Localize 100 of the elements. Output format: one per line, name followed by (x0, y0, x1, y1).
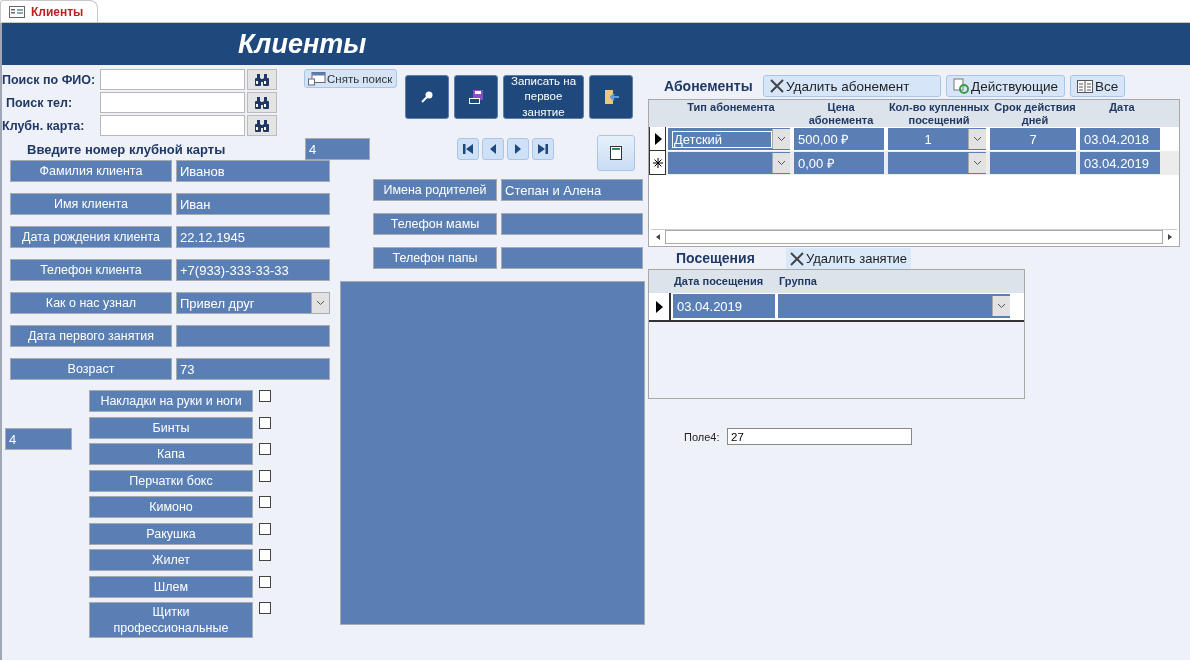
dropdown-cell[interactable] (668, 152, 790, 174)
active-filter-button[interactable]: Действующие (946, 75, 1066, 97)
subform-title: Посещения (675, 250, 756, 268)
first-record-button[interactable] (457, 138, 479, 160)
table-cell: 7 (990, 128, 1076, 150)
first-icon (462, 143, 474, 155)
checkbox[interactable] (259, 575, 271, 588)
text-field[interactable]: Степан и Алена (501, 179, 643, 201)
table-cell: 03.04.2019 (1080, 152, 1160, 174)
field-label: Дата первого занятия (10, 325, 172, 347)
table-cell: 500,00 ₽ (794, 128, 884, 150)
checkbox[interactable] (259, 602, 271, 614)
dropdown-cell[interactable] (778, 294, 1010, 318)
text-field[interactable] (501, 247, 643, 269)
checkbox[interactable] (259, 390, 271, 402)
checkbox[interactable] (259, 522, 271, 535)
field-label: Телефон мамы (373, 213, 497, 235)
record-selector[interactable] (649, 127, 666, 151)
column-header: Срок действия дней (993, 100, 1077, 127)
column-header: Тип абонемента (686, 100, 776, 114)
delete-lesson-button[interactable]: Удалить занятие (786, 248, 912, 269)
caret-icon (997, 303, 1006, 309)
find-button[interactable] (247, 92, 277, 113)
caret-icon (777, 136, 786, 142)
next-record-button[interactable] (507, 138, 529, 160)
search-field[interactable] (100, 69, 245, 90)
text-field[interactable]: 22.12.1945 (176, 226, 330, 248)
text-field[interactable]: 27 (727, 428, 912, 445)
search-button[interactable] (405, 75, 449, 119)
find-button[interactable] (247, 115, 277, 136)
delete-subscription-button[interactable]: Удалить абонемент (763, 75, 941, 97)
checkbox[interactable] (259, 416, 271, 429)
save-button[interactable] (454, 75, 498, 119)
field-label: Возраст (10, 358, 172, 380)
equipment-label: Накладки на руки и ноги (89, 390, 253, 412)
form-title: Клиенты (238, 28, 367, 60)
search-label: Клубн. карта: (2, 118, 86, 133)
search-icon (420, 90, 434, 104)
column-header: Цена абонемента (807, 100, 875, 127)
binoculars-icon (254, 95, 270, 110)
equipment-label: Капа (89, 443, 253, 465)
binoculars-icon (254, 72, 270, 87)
dropdown-cell[interactable] (888, 152, 986, 174)
last-record-button[interactable] (532, 138, 554, 160)
text-field[interactable] (501, 213, 643, 235)
search-field[interactable] (100, 115, 245, 136)
current-record-icon (655, 300, 663, 313)
column-header: Дата (1108, 100, 1136, 114)
list-icon (1077, 79, 1094, 93)
field-label: Телефон клиента (10, 259, 172, 281)
record-first-lesson-button[interactable]: Записать на первое занятие (503, 75, 584, 119)
previous-record-button[interactable] (482, 138, 504, 160)
current-record-icon (653, 132, 662, 145)
checkbox[interactable] (259, 469, 271, 482)
search-label: Поиск по ФИО: (2, 72, 97, 87)
table-cell: 0,00 ₽ (794, 152, 884, 174)
new-record-icon (652, 157, 663, 168)
dropdown-field[interactable]: Привел друг (176, 292, 330, 314)
form-icon (9, 5, 25, 18)
field-label: Телефон папы (373, 247, 497, 269)
exit-button[interactable] (589, 75, 633, 119)
column-header: Группа (778, 274, 818, 288)
text-field[interactable]: Иванов (176, 160, 330, 182)
equipment-label: Ракушка (89, 522, 253, 545)
text-field[interactable] (176, 325, 330, 347)
text-field[interactable]: +7(933)-333-33-33 (176, 259, 330, 281)
show-all-button[interactable]: Все (1070, 75, 1126, 97)
field-label: Поле4: (684, 430, 721, 443)
dropdown-cell[interactable]: 1 (888, 128, 986, 150)
count-field[interactable]: 4 (5, 428, 72, 450)
text-field[interactable]: Иван (176, 193, 330, 215)
checkbox[interactable] (259, 496, 271, 508)
last-icon (537, 143, 549, 155)
save-icon (468, 89, 484, 105)
column-header: Кол-во купленных посещений (888, 100, 990, 127)
search-field[interactable] (100, 92, 245, 113)
club-card-label: Введите номер клубной карты (26, 141, 227, 157)
equipment-label: Жилет (89, 549, 253, 571)
column-header: Дата посещения (673, 274, 765, 288)
caret-icon (973, 136, 982, 142)
table-cell: 03.04.2018 (1080, 128, 1160, 150)
horizontal-scrollbar[interactable] (651, 229, 1177, 244)
checkbox[interactable] (259, 549, 271, 561)
notepad-icon (610, 146, 622, 160)
equipment-label: Кимоно (89, 496, 253, 518)
delete-icon (790, 251, 804, 266)
equipment-label: Шлем (89, 575, 253, 598)
checkbox[interactable] (259, 443, 271, 455)
table-cell: 03.04.2019 (673, 294, 775, 318)
text-field[interactable]: 73 (176, 358, 330, 380)
club-card-field[interactable]: 4 (305, 138, 370, 160)
notepad-button[interactable] (597, 135, 635, 171)
form-tab[interactable]: Клиенты (0, 0, 99, 22)
clear-search-button[interactable]: Снять поиск (304, 69, 397, 88)
find-button[interactable] (247, 69, 277, 90)
caret-icon (316, 300, 325, 306)
delete-icon (770, 79, 784, 93)
caret-icon (973, 160, 982, 166)
record-selector[interactable] (649, 151, 666, 175)
dropdown-cell[interactable]: Детский (668, 128, 790, 150)
